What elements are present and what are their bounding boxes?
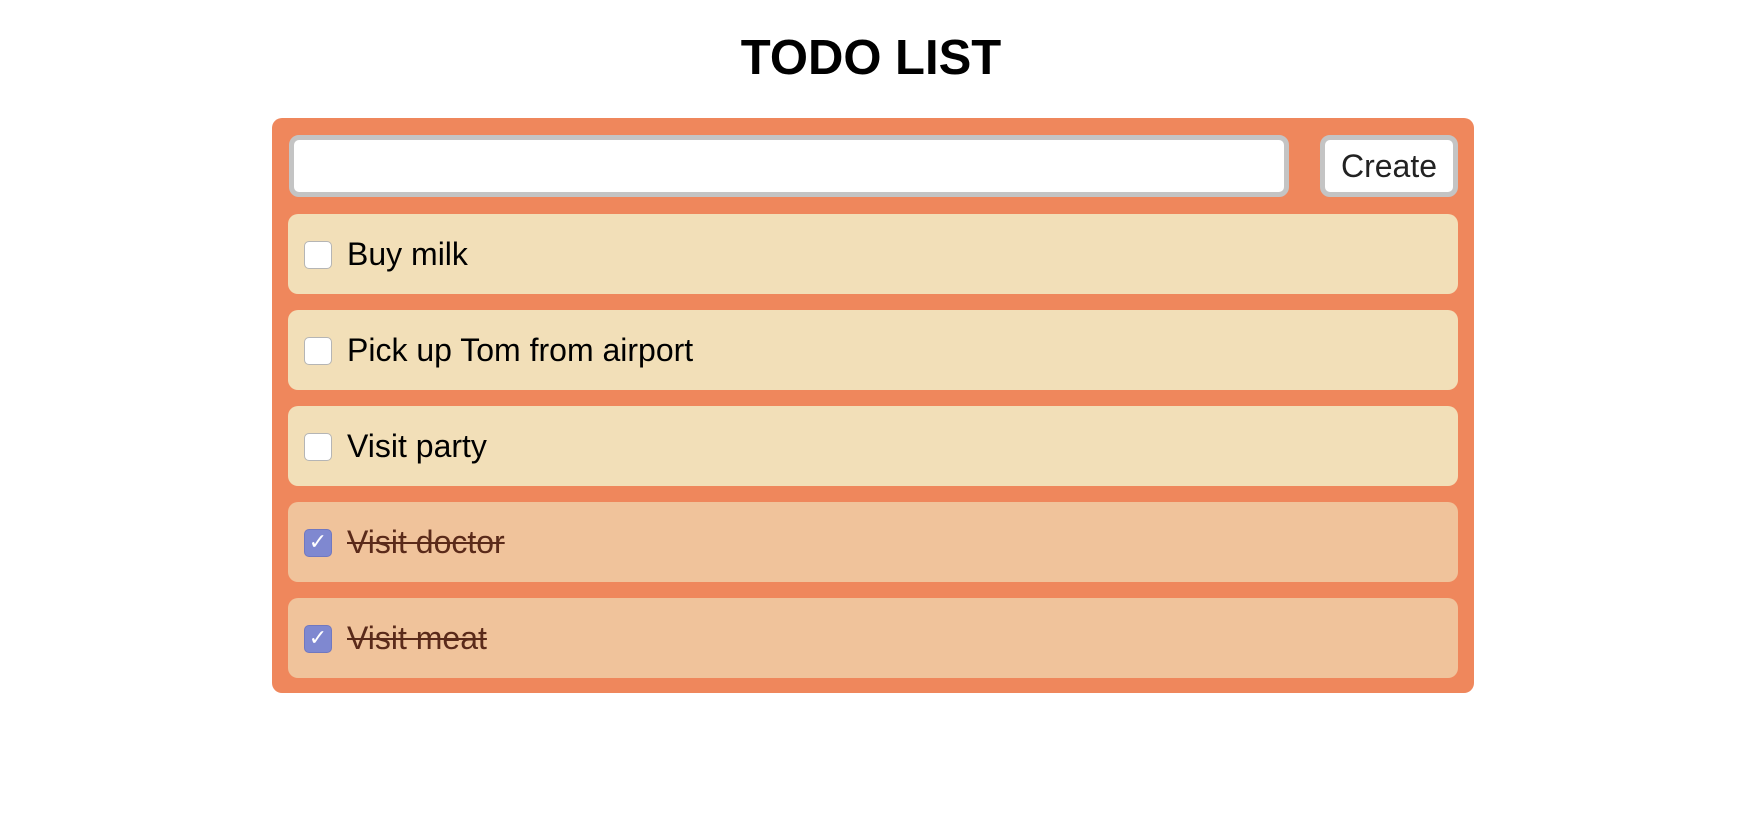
todo-checkbox[interactable]: ✓ bbox=[304, 433, 332, 461]
todo-label: Visit party bbox=[347, 427, 487, 464]
new-todo-input[interactable] bbox=[289, 135, 1289, 197]
todo-list: ✓ Buy milk ✓ Pick up Tom from airport ✓ … bbox=[288, 214, 1458, 694]
todo-item[interactable]: ✓ Pick up Tom from airport bbox=[288, 310, 1458, 390]
page-title: TODO LIST bbox=[740, 31, 1002, 85]
todo-item[interactable]: ✓ Visit doctor bbox=[288, 502, 1458, 582]
todo-item[interactable]: ✓ Visit party bbox=[288, 406, 1458, 486]
todo-checkbox[interactable]: ✓ bbox=[304, 337, 332, 365]
todo-checkbox[interactable]: ✓ bbox=[304, 529, 332, 557]
create-button[interactable]: Create bbox=[1320, 135, 1458, 197]
todo-item[interactable]: ✓ Visit meat bbox=[288, 598, 1458, 678]
todo-checkbox[interactable]: ✓ bbox=[304, 625, 332, 653]
todo-panel: Create ✓ Buy milk ✓ Pick up Tom from air… bbox=[272, 118, 1474, 693]
todo-label: Visit meat bbox=[347, 619, 487, 656]
todo-checkbox[interactable]: ✓ bbox=[304, 241, 332, 269]
todo-item[interactable]: ✓ Buy milk bbox=[288, 214, 1458, 294]
todo-label: Buy milk bbox=[347, 235, 468, 272]
check-icon: ✓ bbox=[308, 626, 328, 651]
todo-label: Visit doctor bbox=[347, 523, 505, 560]
check-icon: ✓ bbox=[308, 530, 328, 555]
todo-label: Pick up Tom from airport bbox=[347, 331, 694, 368]
